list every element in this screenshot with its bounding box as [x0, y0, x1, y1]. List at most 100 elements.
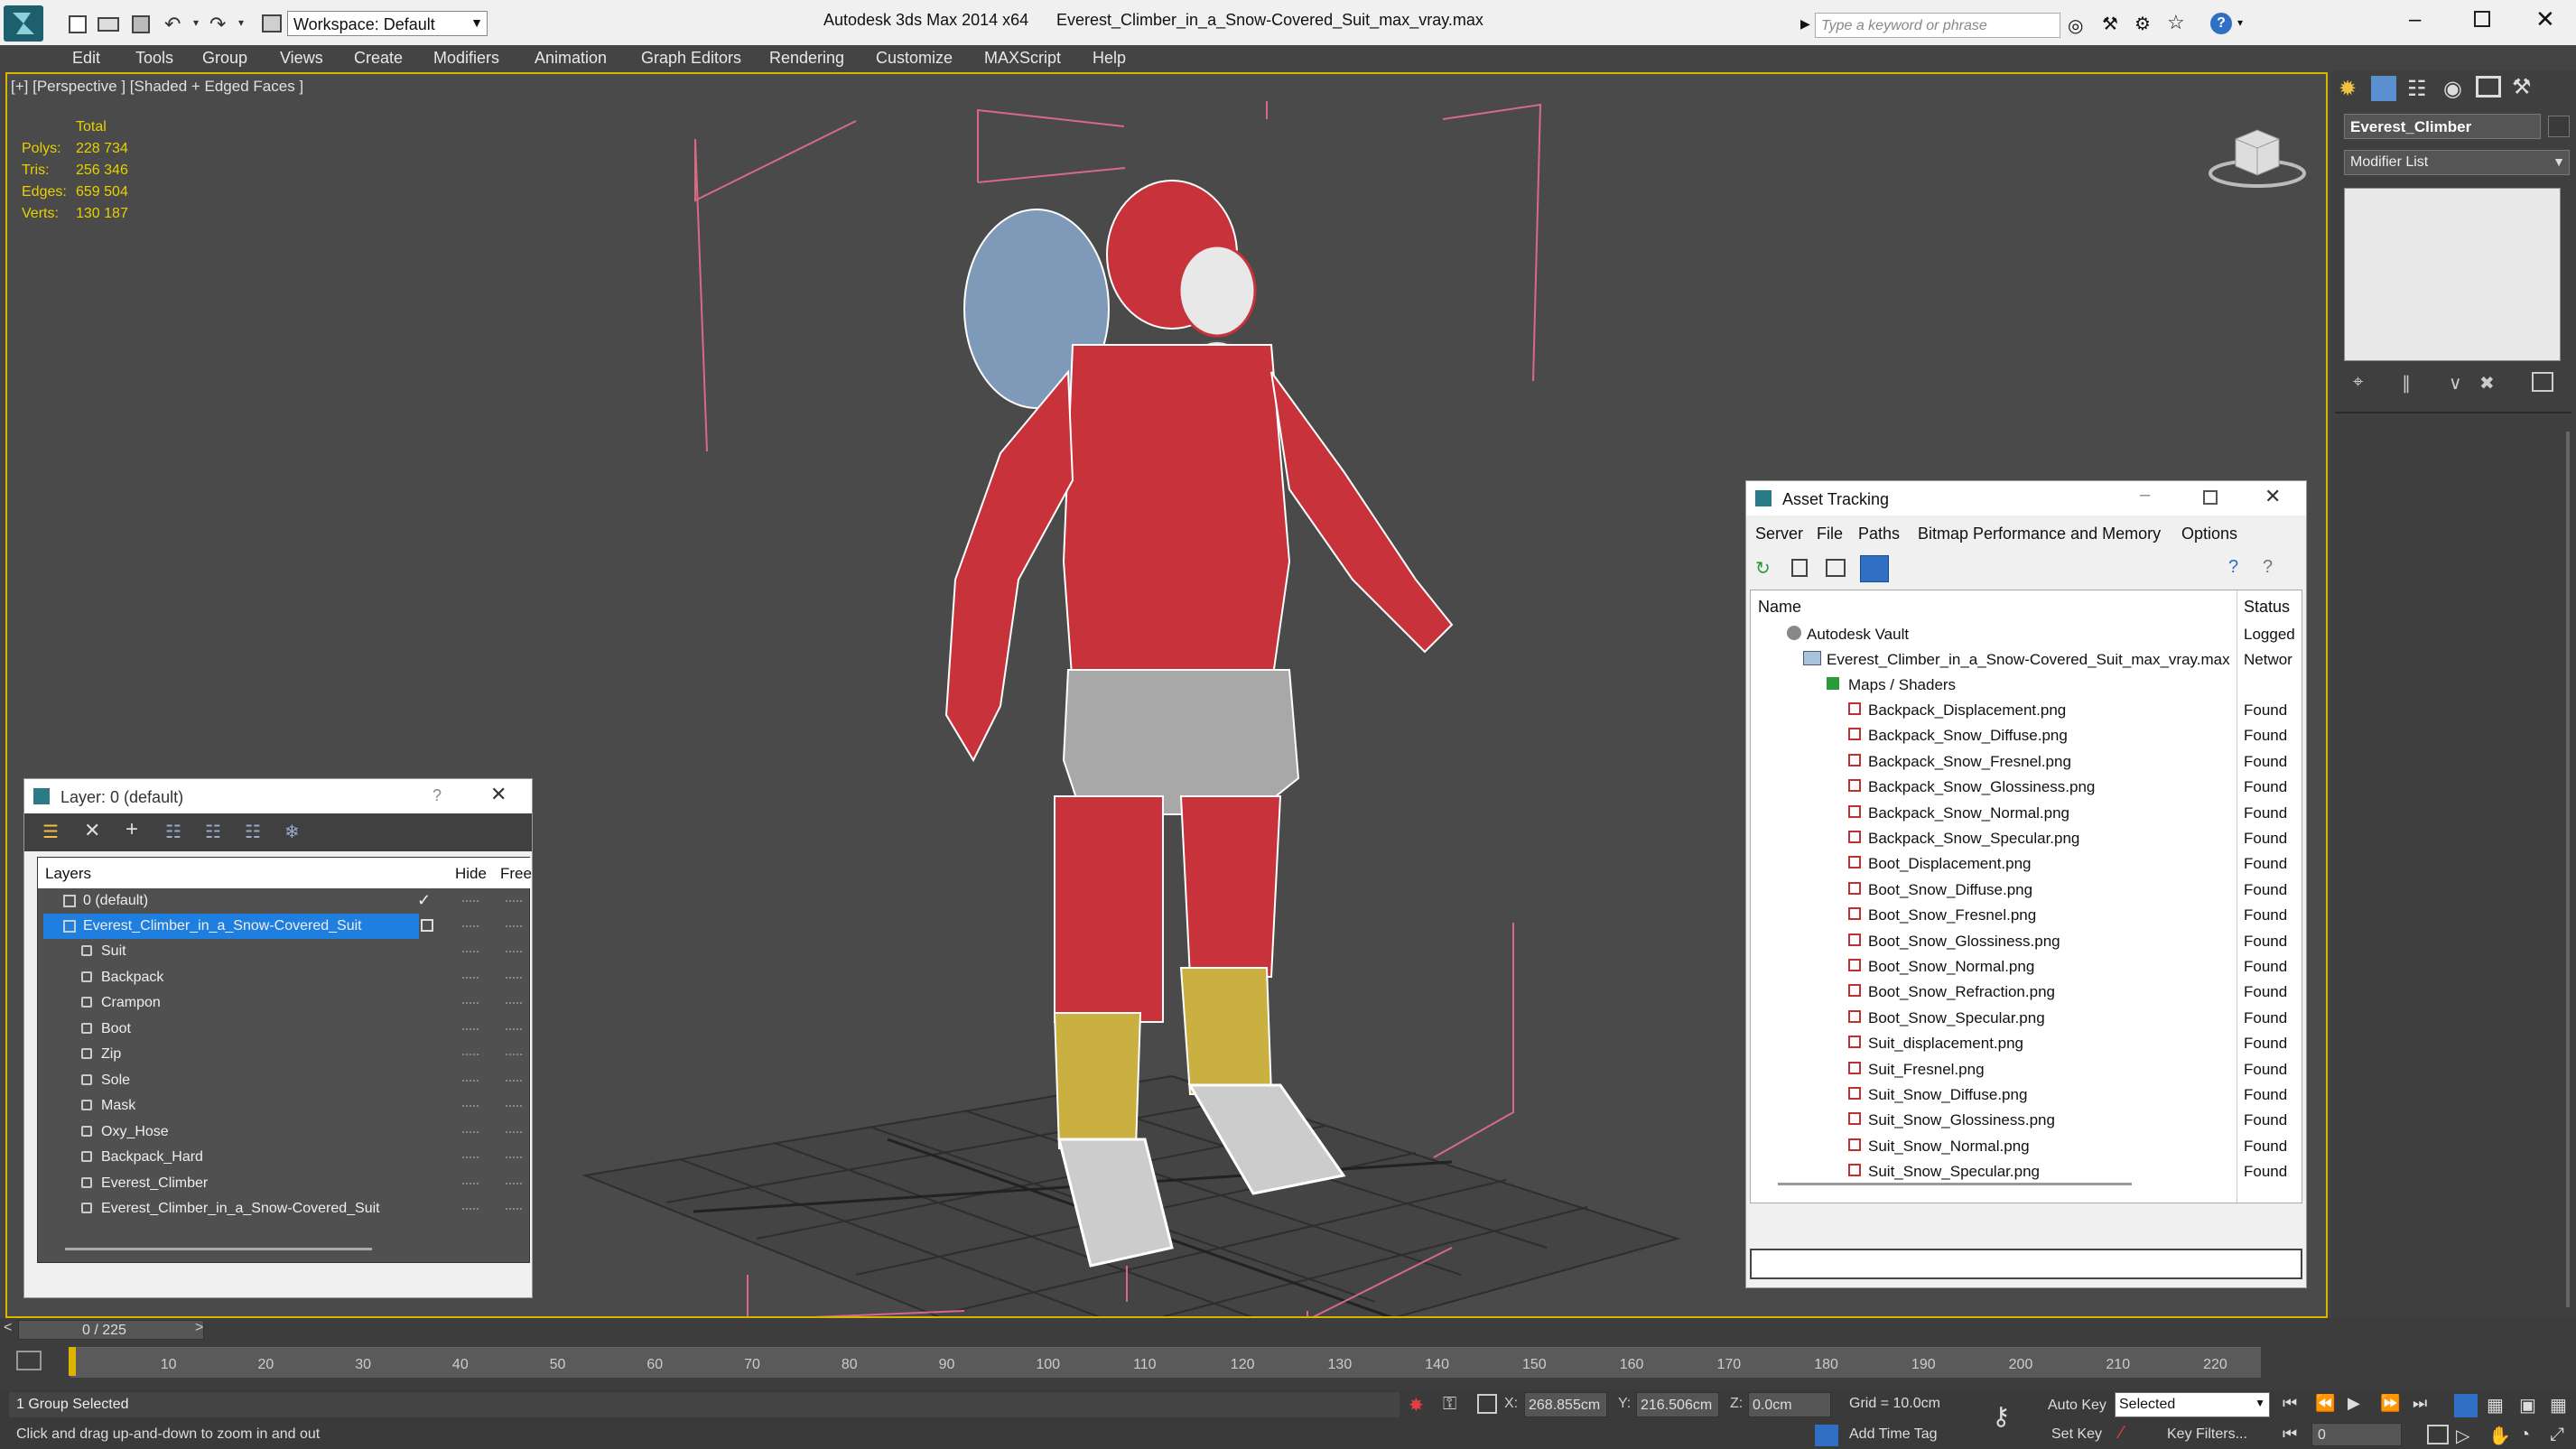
select-objects-icon[interactable]: ☷ — [165, 821, 181, 843]
column-freeze-header[interactable]: Free — [500, 865, 532, 883]
asset-file-row[interactable]: Boot_Snow_Normal.png Found — [1751, 953, 2302, 979]
list-view-icon[interactable] — [1791, 559, 1808, 577]
asset-file-row[interactable]: Suit_Fresnel.png Found — [1751, 1056, 2302, 1082]
hide-toggle[interactable] — [462, 1027, 479, 1030]
search-input[interactable]: Type a keyword or phrase — [1815, 13, 2060, 38]
time-slider-prev[interactable]: < — [4, 1320, 12, 1336]
freeze-toggle[interactable] — [506, 900, 522, 902]
asset-tracking-titlebar[interactable]: Asset Tracking – ✕ — [1746, 481, 2306, 516]
auto-key-button[interactable]: Auto Key — [2044, 1394, 2113, 1417]
time-cursor[interactable] — [69, 1347, 76, 1376]
hide-all-icon[interactable]: ☷ — [245, 821, 261, 843]
pan-icon[interactable]: ✋ — [2488, 1425, 2511, 1447]
fov-icon[interactable]: ▷ — [2456, 1425, 2469, 1447]
asset-menu-bitmap[interactable]: Bitmap Performance and Memory — [1918, 525, 2161, 543]
modify-tab-icon[interactable] — [2371, 76, 2396, 101]
asset-file-row[interactable]: Boot_Snow_Fresnel.png Found — [1751, 902, 2302, 927]
add-time-tag-label[interactable]: Add Time Tag — [1849, 1426, 1938, 1443]
menu-maxscript[interactable]: MAXScript — [984, 49, 1061, 68]
key-icon[interactable]: ⚷ — [1992, 1401, 2011, 1431]
grid-view-icon[interactable] — [1860, 555, 1889, 582]
utilities-tab-icon[interactable]: ⚒ — [2512, 74, 2532, 100]
close-button[interactable]: ✕ — [2535, 5, 2555, 33]
asset-file-row[interactable]: Suit_Snow_Specular.png Found — [1751, 1158, 2302, 1184]
absolute-mode-icon[interactable] — [1477, 1394, 1497, 1414]
column-status-header[interactable]: Status — [2244, 598, 2290, 617]
hide-toggle[interactable] — [462, 976, 479, 979]
asset-file-row[interactable]: Boot_Displacement.png Found — [1751, 850, 2302, 876]
object-color-swatch[interactable] — [2548, 116, 2570, 137]
tree-row-vault[interactable]: Autodesk Vault Logged — [1751, 621, 2302, 646]
viewport-label[interactable]: [+] [Perspective ] [Shaded + Edged Faces… — [11, 78, 303, 96]
menu-tools[interactable]: Tools — [135, 49, 173, 68]
zoom-all-icon[interactable]: ▦ — [2487, 1394, 2504, 1416]
menu-create[interactable]: Create — [354, 49, 403, 68]
hide-toggle[interactable] — [462, 1079, 479, 1082]
goto-start-icon[interactable]: ⏮ — [2283, 1394, 2297, 1413]
asset-file-row[interactable]: Boot_Snow_Diffuse.png Found — [1751, 877, 2302, 902]
asset-file-row[interactable]: Suit_displacement.png Found — [1751, 1030, 2302, 1055]
layer-hscrollbar[interactable] — [65, 1248, 372, 1250]
key-set-dropdown[interactable]: Selected ▼ — [2115, 1392, 2270, 1417]
minimize-button[interactable]: – — [2140, 485, 2150, 506]
asset-menu-file[interactable]: File — [1817, 525, 1843, 543]
asset-file-row[interactable]: Boot_Snow_Refraction.png Found — [1751, 979, 2302, 1004]
freeze-toggle[interactable] — [506, 976, 522, 979]
hide-toggle[interactable] — [462, 1208, 479, 1210]
object-name-field[interactable]: Everest_Climber — [2344, 114, 2541, 139]
layer-object-row[interactable]: Sole — [38, 1068, 529, 1093]
asset-file-row[interactable]: Suit_Snow_Glossiness.png Found — [1751, 1107, 2302, 1132]
minimize-button[interactable]: – — [2409, 7, 2421, 33]
layer-row-main[interactable]: Everest_Climber_in_a_Snow-Covered_Suit — [38, 914, 529, 939]
communication-icon[interactable]: ⚙ — [2134, 13, 2151, 35]
create-tab-icon[interactable]: ✹ — [2339, 76, 2357, 102]
freeze-toggle[interactable] — [506, 1156, 522, 1158]
menu-rendering[interactable]: Rendering — [769, 49, 844, 68]
key-filters-button[interactable]: Key Filters... — [2167, 1426, 2247, 1443]
menu-modifiers[interactable]: Modifiers — [433, 49, 499, 68]
hide-toggle[interactable] — [462, 900, 479, 902]
layer-object-row[interactable]: Backpack_Hard — [38, 1145, 529, 1170]
freeze-toggle[interactable] — [506, 1208, 522, 1210]
menu-views[interactable]: Views — [280, 49, 323, 68]
modifier-list-dropdown[interactable]: Modifier List ▼ — [2344, 150, 2570, 175]
layer-object-row[interactable]: Suit — [38, 939, 529, 964]
motion-tab-icon[interactable]: ◉ — [2443, 76, 2462, 102]
tree-row-maxfile[interactable]: Everest_Climber_in_a_Snow-Covered_Suit_m… — [1751, 646, 2302, 672]
asset-menu-server[interactable]: Server — [1755, 525, 1803, 543]
table-view-icon[interactable] — [1826, 559, 1846, 577]
goto-end-icon[interactable]: ⏭ — [2413, 1394, 2427, 1413]
set-active-box[interactable] — [421, 919, 433, 932]
hide-toggle[interactable] — [462, 1105, 479, 1107]
menu-group[interactable]: Group — [202, 49, 247, 68]
next-frame-icon[interactable]: ⏩ — [2380, 1394, 2400, 1413]
z-coordinate-field[interactable]: 0.0cm — [1748, 1392, 1831, 1417]
freeze-all-icon[interactable]: ❄ — [284, 821, 300, 843]
asset-tree[interactable]: Name Status Autodesk Vault Logged Everes… — [1750, 590, 2302, 1204]
freeze-toggle[interactable] — [506, 1054, 522, 1055]
redo-dropdown-icon[interactable]: ▾ — [238, 16, 244, 29]
layer-window-titlebar[interactable]: Layer: 0 (default) ? ✕ — [24, 779, 532, 813]
undo-icon[interactable]: ↶ — [164, 13, 181, 36]
app-logo-icon[interactable] — [4, 5, 43, 42]
configure-sets-icon[interactable] — [2532, 372, 2553, 392]
hide-toggle[interactable] — [462, 925, 479, 927]
layer-row-default[interactable]: 0 (default) ✓ — [38, 888, 529, 914]
hide-toggle[interactable] — [462, 1182, 479, 1184]
create-layer-icon[interactable]: ☰ — [42, 821, 59, 843]
asset-menu-paths[interactable]: Paths — [1858, 525, 1900, 543]
freeze-toggle[interactable] — [506, 1027, 522, 1030]
x-coordinate-field[interactable]: 268.855cm — [1524, 1392, 1607, 1417]
set-key-button[interactable]: Set Key — [2044, 1423, 2113, 1446]
layer-window-help-button[interactable]: ? — [432, 786, 442, 805]
modifier-stack[interactable] — [2344, 188, 2561, 361]
freeze-toggle[interactable] — [506, 1182, 522, 1184]
maximize-button[interactable] — [2203, 490, 2218, 505]
viewcube-icon[interactable] — [2207, 121, 2308, 193]
show-end-result-icon[interactable]: ∥ — [2402, 372, 2411, 395]
menu-animation[interactable]: Animation — [535, 49, 607, 68]
redo-icon[interactable]: ↷ — [209, 13, 226, 36]
close-button[interactable]: ✕ — [2264, 485, 2281, 508]
binoculars-icon[interactable]: ◎ — [2068, 14, 2083, 37]
project-folder-icon[interactable] — [262, 14, 282, 33]
